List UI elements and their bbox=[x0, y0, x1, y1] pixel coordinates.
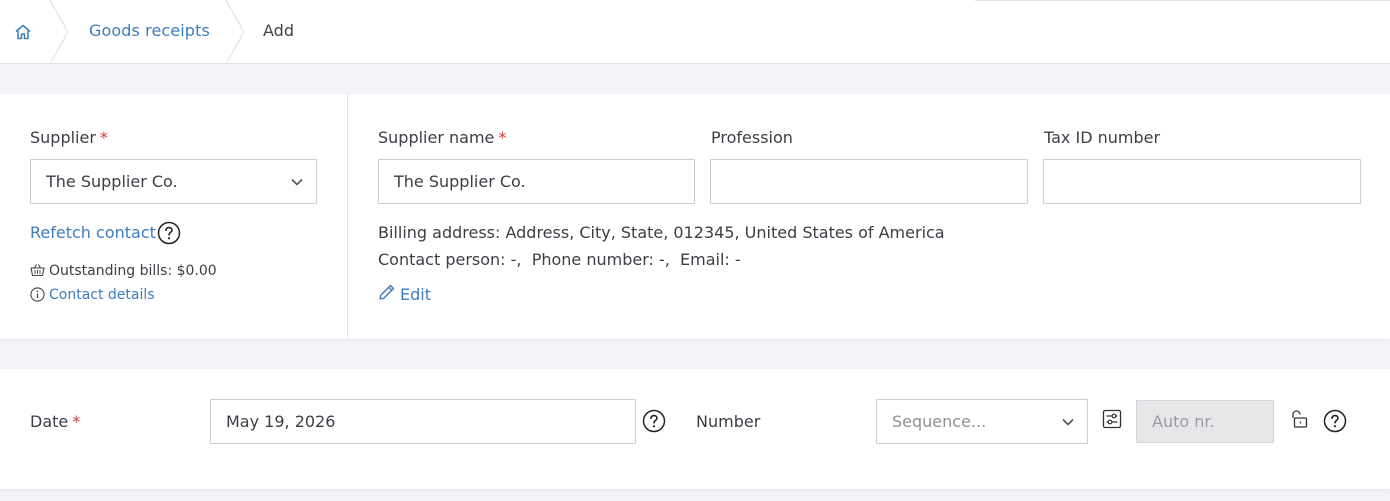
contact-info: Contact person: -, Phone number: -, Emai… bbox=[378, 250, 741, 269]
auto-number-placeholder: Auto nr. bbox=[1152, 412, 1215, 431]
sequence-select[interactable]: Sequence... bbox=[876, 399, 1088, 444]
top-divider-line bbox=[975, 0, 1390, 1]
required-mark: * bbox=[72, 412, 81, 431]
supplier-select-value: The Supplier Co. bbox=[46, 172, 178, 191]
outstanding-bills: Outstanding bills: $0.00 bbox=[49, 263, 217, 279]
breadcrumb-goods-receipts[interactable]: Goods receipts bbox=[89, 21, 210, 40]
date-input[interactable]: May 19, 2026 bbox=[210, 399, 636, 444]
breadcrumb-bar: Goods receipts Add bbox=[0, 0, 1390, 64]
breadcrumb-separator bbox=[225, 0, 245, 64]
supplier-name-input[interactable]: The Supplier Co. bbox=[378, 159, 695, 204]
required-mark: * bbox=[498, 128, 507, 147]
breadcrumb-separator bbox=[49, 0, 69, 64]
chevron-down-icon bbox=[1062, 418, 1074, 426]
tax-id-input[interactable] bbox=[1043, 159, 1361, 204]
edit-link[interactable]: Edit bbox=[400, 285, 431, 304]
supplier-name-label: Supplier name * bbox=[378, 128, 507, 147]
info-circle-icon bbox=[30, 287, 45, 302]
required-mark: * bbox=[99, 128, 108, 147]
help-icon[interactable] bbox=[642, 409, 666, 433]
unlock-icon[interactable] bbox=[1288, 409, 1308, 429]
auto-number-input: Auto nr. bbox=[1136, 400, 1274, 443]
supplier-name-value: The Supplier Co. bbox=[394, 172, 526, 191]
help-icon[interactable] bbox=[1323, 409, 1347, 433]
contact-details-link[interactable]: Contact details bbox=[49, 287, 155, 303]
help-icon[interactable] bbox=[157, 221, 181, 245]
profession-label: Profession bbox=[711, 128, 793, 147]
panel-divider bbox=[347, 94, 348, 339]
document-panel: Date * May 19, 2026 Number Sequence... Au… bbox=[0, 369, 1390, 489]
date-value: May 19, 2026 bbox=[226, 412, 336, 431]
supplier-select[interactable]: The Supplier Co. bbox=[30, 159, 317, 204]
tax-id-label: Tax ID number bbox=[1044, 128, 1161, 147]
supplier-panel: Supplier * The Supplier Co. Refetch conta… bbox=[0, 94, 1390, 339]
basket-icon bbox=[30, 264, 45, 277]
date-label: Date * bbox=[30, 412, 81, 431]
breadcrumb-add: Add bbox=[263, 21, 294, 40]
home-icon[interactable] bbox=[13, 22, 33, 42]
chevron-down-icon bbox=[291, 178, 303, 186]
sliders-icon[interactable] bbox=[1102, 409, 1122, 429]
billing-address: Billing address: Address, City, State, 0… bbox=[378, 223, 945, 242]
supplier-label: Supplier * bbox=[30, 128, 108, 147]
refetch-contact-link[interactable]: Refetch contact bbox=[30, 223, 156, 242]
pencil-icon[interactable] bbox=[377, 283, 396, 302]
number-label: Number bbox=[696, 412, 761, 431]
profession-input[interactable] bbox=[710, 159, 1028, 204]
sequence-placeholder: Sequence... bbox=[892, 412, 987, 431]
